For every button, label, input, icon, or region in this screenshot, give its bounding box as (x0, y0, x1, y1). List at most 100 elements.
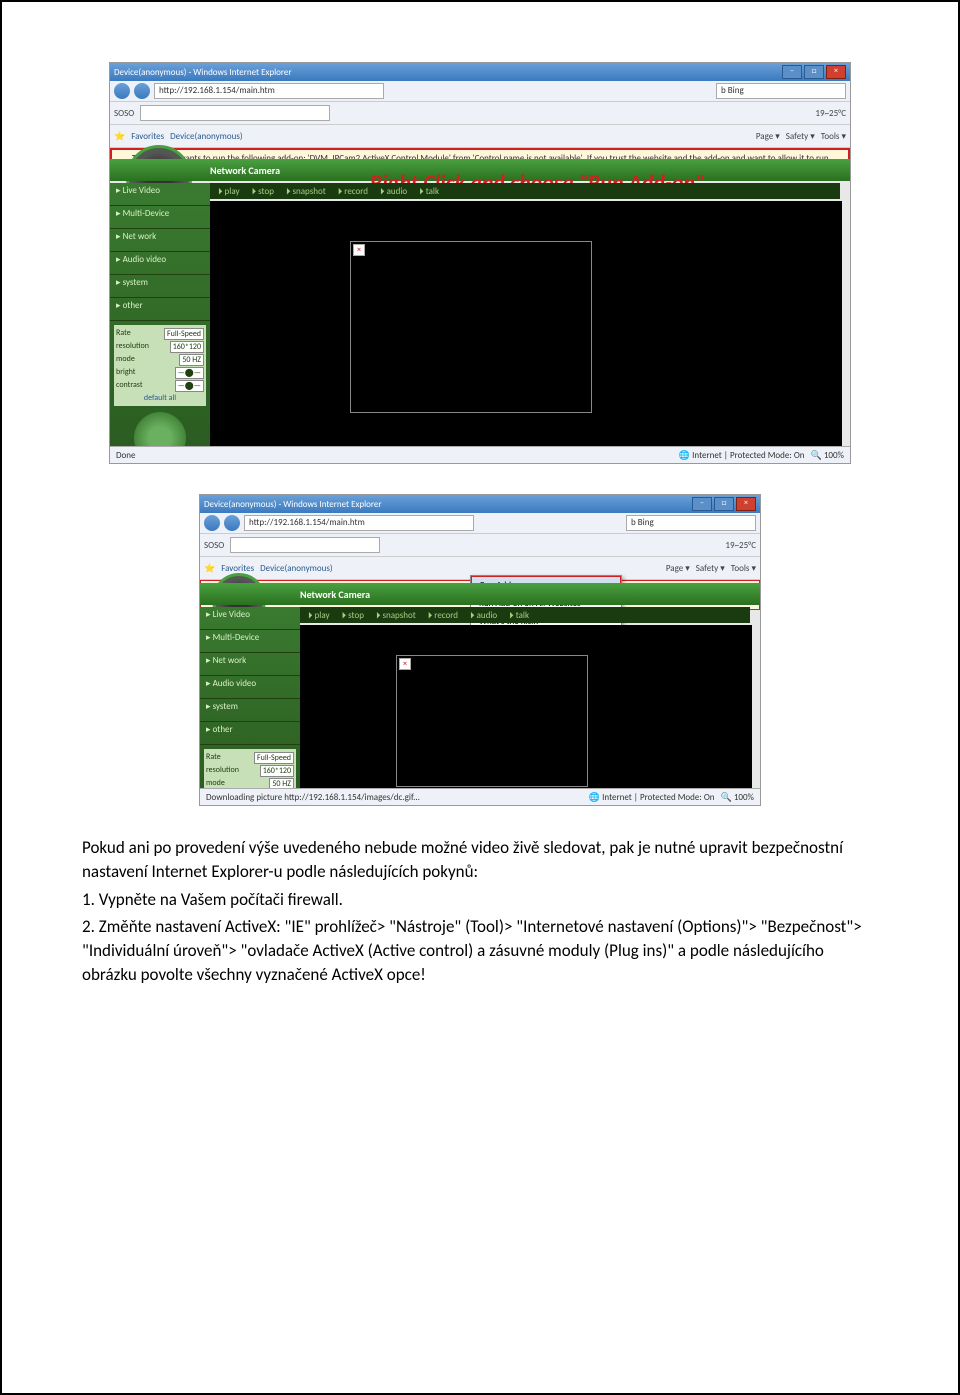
weather-widget: 19~25°C (815, 108, 846, 119)
rate-select[interactable]: Full-Speed (164, 328, 204, 340)
favorites-label[interactable]: Favorites (131, 131, 164, 142)
snapshot-button[interactable]: snapshot (286, 186, 326, 197)
status-bar: Downloading picture http://192.168.1.154… (200, 788, 760, 805)
toolbar-tools[interactable]: Tools ▾ (731, 563, 756, 574)
favorites-bar: ⭐ Favorites Device(anonymous) Page ▾ Saf… (110, 125, 850, 148)
status-text: Downloading picture http://192.168.1.154… (206, 792, 420, 803)
soso-label: SOSO (204, 540, 224, 551)
maximize-button[interactable]: □ (714, 497, 734, 511)
window-title: Device(anonymous) - Windows Internet Exp… (204, 499, 382, 510)
camera-sidebar: Live Video Multi-Device Net work Audio v… (200, 607, 300, 805)
resolution-label: resolution (206, 765, 239, 777)
bright-label: bright (116, 367, 135, 379)
close-button[interactable]: × (826, 65, 846, 79)
audio-button[interactable]: audio (470, 610, 497, 621)
address-bar[interactable]: http://192.168.1.154/main.htm (154, 83, 384, 99)
active-tab[interactable]: Device(anonymous) (260, 563, 332, 574)
favorites-icon: ⭐ (204, 563, 215, 574)
zone-text: Internet | Protected Mode: On (602, 792, 714, 803)
back-button[interactable] (114, 83, 130, 99)
zone-icon: 🌐 (679, 450, 692, 461)
sidebar-system[interactable]: system (200, 699, 300, 722)
zone-text: Internet | Protected Mode: On (692, 450, 804, 461)
resolution-select[interactable]: 160*120 (260, 765, 294, 777)
active-tab[interactable]: Device(anonymous) (170, 131, 242, 142)
sidebar-system[interactable]: system (110, 275, 210, 298)
stop-button[interactable]: stop (252, 186, 274, 197)
camera-sidebar: Live Video Multi-Device Net work Audio v… (110, 183, 210, 463)
zoom-level: 100% (734, 792, 754, 803)
minimize-button[interactable]: – (782, 65, 802, 79)
instruction-text: Pokud ani po provedení výše uvedeného ne… (82, 836, 878, 987)
rate-label: Rate (206, 752, 221, 764)
resolution-select[interactable]: 160*120 (170, 341, 204, 353)
status-bar: Done 🌐 Internet | Protected Mode: On 🔍 1… (110, 446, 850, 463)
video-area: × (210, 201, 842, 455)
sidebar-other[interactable]: other (110, 298, 210, 321)
rate-select[interactable]: Full-Speed (254, 752, 294, 764)
camera-controls: RateFull-Speed resolution160*120 mode50 … (114, 325, 206, 406)
play-button[interactable]: play (218, 186, 240, 197)
camera-title: Network Camera (210, 164, 280, 177)
forward-button[interactable] (134, 83, 150, 99)
close-button[interactable]: × (736, 497, 756, 511)
snapshot-button[interactable]: snapshot (376, 610, 416, 621)
toolbar-tools[interactable]: Tools ▾ (821, 131, 846, 142)
sidebar-live-video[interactable]: Live Video (110, 183, 210, 206)
sidebar-live-video[interactable]: Live Video (200, 607, 300, 630)
record-button[interactable]: record (338, 186, 368, 197)
sidebar-multi-device[interactable]: Multi-Device (200, 630, 300, 653)
soso-search[interactable] (230, 537, 380, 553)
toolbar-safety[interactable]: Safety ▾ (786, 131, 815, 142)
sidebar-other[interactable]: other (200, 722, 300, 745)
soso-toolbar: SOSO 19~25°C (200, 534, 760, 557)
record-button[interactable]: record (428, 610, 458, 621)
soso-label: SOSO (114, 108, 134, 119)
stop-button[interactable]: stop (342, 610, 364, 621)
camera-title: Network Camera (300, 588, 370, 601)
video-placeholder: × (396, 655, 588, 787)
list-item-1: 1. Vypněte na Vašem počítači firewall. (82, 888, 878, 912)
search-box[interactable]: b Bing (626, 515, 756, 531)
resolution-label: resolution (116, 341, 149, 353)
talk-button[interactable]: talk (509, 610, 529, 621)
toolbar-safety[interactable]: Safety ▾ (696, 563, 725, 574)
status-text: Done (116, 450, 136, 461)
contrast-label: contrast (116, 380, 143, 392)
sidebar-multi-device[interactable]: Multi-Device (110, 206, 210, 229)
broken-image-icon: × (353, 244, 365, 256)
screenshot-1: Device(anonymous) - Windows Internet Exp… (109, 62, 851, 464)
play-button[interactable]: play (308, 610, 330, 621)
weather-widget: 19~25°C (725, 540, 756, 551)
nav-row: http://192.168.1.154/main.htm b Bing (110, 81, 850, 102)
nav-row: http://192.168.1.154/main.htm b Bing (200, 513, 760, 534)
zoom-level: 100% (824, 450, 844, 461)
sidebar-audio-video[interactable]: Audio video (110, 252, 210, 275)
broken-image-icon: × (399, 658, 411, 670)
address-bar[interactable]: http://192.168.1.154/main.htm (244, 515, 474, 531)
mode-select[interactable]: 50 HZ (179, 354, 204, 366)
window-titlebar: Device(anonymous) - Windows Internet Exp… (200, 495, 760, 513)
soso-toolbar: SOSO 19~25°C (110, 102, 850, 125)
toolbar-page[interactable]: Page ▾ (666, 563, 690, 574)
back-button[interactable] (204, 515, 220, 531)
talk-button[interactable]: talk (419, 186, 439, 197)
mode-label: mode (116, 354, 135, 366)
toolbar-page[interactable]: Page ▾ (756, 131, 780, 142)
document-page: Device(anonymous) - Windows Internet Exp… (0, 0, 960, 1395)
favorites-label[interactable]: Favorites (221, 563, 254, 574)
default-all-link[interactable]: default all (116, 393, 204, 403)
bright-slider[interactable]: —⬤— (175, 367, 204, 379)
video-placeholder: × (350, 241, 592, 413)
soso-search[interactable] (140, 105, 330, 121)
contrast-slider[interactable]: —⬤— (175, 380, 204, 392)
audio-button[interactable]: audio (380, 186, 407, 197)
maximize-button[interactable]: □ (804, 65, 824, 79)
search-box[interactable]: b Bing (716, 83, 846, 99)
forward-button[interactable] (224, 515, 240, 531)
sidebar-audio-video[interactable]: Audio video (200, 676, 300, 699)
sidebar-network[interactable]: Net work (200, 653, 300, 676)
window-titlebar: Device(anonymous) - Windows Internet Exp… (110, 63, 850, 81)
sidebar-network[interactable]: Net work (110, 229, 210, 252)
minimize-button[interactable]: – (692, 497, 712, 511)
